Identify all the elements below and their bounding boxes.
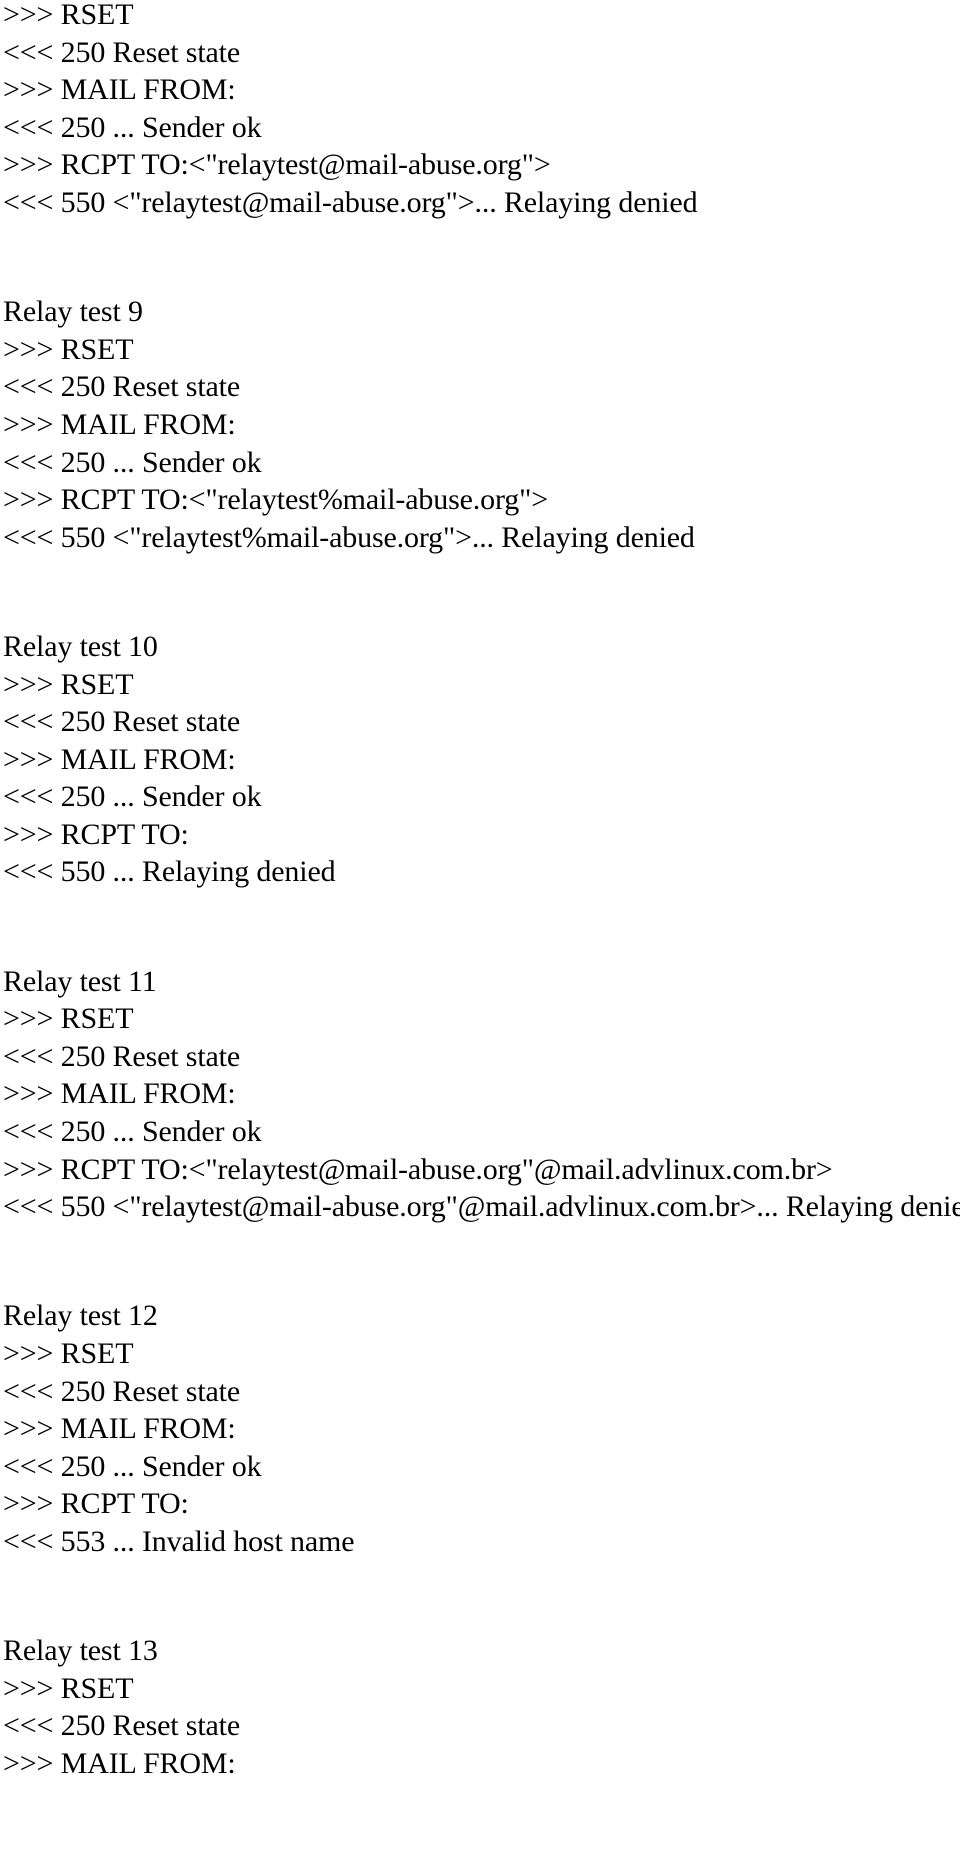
transcript-line: >>> RSET [3, 332, 134, 366]
transcript-line: <<< 550 <"relaytest%mail-abuse.org">... … [3, 520, 695, 554]
document-page: >>> RSET <<< 250 Reset state >>> MAIL FROM… [0, 0, 960, 1859]
transcript-line: <<< 250 Reset state [3, 35, 241, 69]
block-separator [3, 1226, 960, 1264]
transcript-line: <<< 553 ... Invalid host name [3, 1524, 355, 1558]
block-separator [3, 259, 960, 293]
transcript-block: >>> RSET <<< 250 Reset state >>> MAIL FROM… [3, 0, 960, 222]
transcript-line: >>> RCPT TO:<"relaytest@mail-abuse.org"@… [3, 1152, 833, 1186]
transcript-line: <<< 550 <"relaytest@mail-abuse.org">... … [3, 185, 698, 219]
transcript-line: <<< 550 <"relaytest@mail-abuse.org"@mail… [3, 1190, 960, 1224]
transcript-line: >>> RSET [3, 1002, 134, 1036]
transcript-line: >>> MAIL FROM: [3, 1746, 236, 1780]
transcript-block: Relay test 12 >>> RSET <<< 250 Reset state… [3, 1297, 960, 1560]
transcript-line: <<< 250 Reset state [3, 1709, 241, 1743]
transcript-line: >>> RSET [3, 667, 134, 701]
transcript-line: <<< 250 ... Sender ok [3, 1115, 262, 1149]
transcript-line: >>> MAIL FROM: [3, 1077, 236, 1111]
transcript-line: <<< 550 ... Relaying denied [3, 855, 336, 889]
relay-test-transcript: >>> RSET <<< 250 Reset state >>> MAIL FROM… [3, 0, 960, 1783]
relay-test-heading: Relay test 9 [3, 295, 143, 329]
transcript-line: >>> RCPT TO: [3, 817, 189, 851]
relay-test-heading: Relay test 13 [3, 1634, 158, 1668]
relay-test-heading: Relay test 12 [3, 1299, 158, 1333]
transcript-line: >>> RCPT TO:<"relaytest@mail-abuse.org"> [3, 148, 551, 182]
transcript-line: <<< 250 ... Sender ok [3, 445, 262, 479]
transcript-line: >>> MAIL FROM: [3, 742, 236, 776]
transcript-line: >>> MAIL FROM: [3, 1412, 236, 1446]
transcript-line: <<< 250 Reset state [3, 370, 241, 404]
transcript-block: Relay test 9 >>> RSET <<< 250 Reset state >… [3, 293, 960, 556]
transcript-line: >>> RSET [3, 1337, 134, 1370]
transcript-block: Relay test 13 >>> RSET <<< 250 Reset state… [3, 1632, 960, 1782]
block-separator [3, 929, 960, 963]
transcript-line: >>> RSET [3, 0, 134, 31]
block-separator [3, 556, 960, 594]
transcript-line: <<< 250 Reset state [3, 1039, 241, 1073]
transcript-line: <<< 250 ... Sender ok [3, 110, 262, 144]
block-separator [3, 1561, 960, 1599]
transcript-line: <<< 250 Reset state [3, 1374, 241, 1408]
transcript-line: >>> RCPT TO:<"relaytest%mail-abuse.org"> [3, 483, 548, 517]
transcript-line: >>> RSET [3, 1671, 134, 1705]
block-separator [3, 594, 960, 628]
transcript-line: <<< 250 ... Sender ok [3, 780, 262, 814]
block-separator [3, 891, 960, 929]
transcript-line: >>> MAIL FROM: [3, 407, 236, 441]
block-separator [3, 222, 960, 260]
transcript-line: <<< 250 ... Sender ok [3, 1449, 262, 1483]
transcript-block: Relay test 11 >>> RSET <<< 250 Reset state… [3, 963, 960, 1226]
relay-test-heading: Relay test 10 [3, 629, 158, 663]
transcript-line: >>> MAIL FROM: [3, 73, 236, 107]
block-separator [3, 1598, 960, 1632]
relay-test-heading: Relay test 11 [3, 964, 157, 998]
transcript-line: <<< 250 Reset state [3, 705, 241, 739]
transcript-line: >>> RCPT TO: [3, 1487, 189, 1521]
transcript-block: Relay test 10 >>> RSET <<< 250 Reset state… [3, 628, 960, 891]
block-separator [3, 1263, 960, 1297]
